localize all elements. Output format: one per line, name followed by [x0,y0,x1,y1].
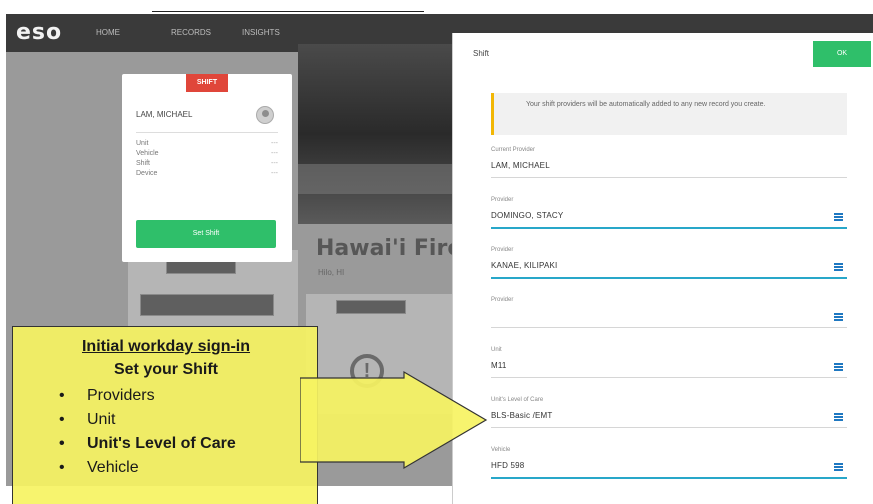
annotation-callout: Initial workday sign-in Set your Shift P… [12,326,318,504]
shift-card-divider [136,132,278,133]
list-menu-icon[interactable] [834,413,843,421]
shift-row-value: --- [271,150,278,157]
station-title: Hawai'i Fire [316,236,463,261]
shift-card: SHIFT LAM, MICHAEL Unit --- Vehicle --- … [122,74,292,262]
shift-row-label: Shift [136,160,151,167]
field-label: Provider [491,297,514,303]
shift-row-value: --- [271,160,278,167]
field-label: Vehicle [491,447,511,453]
field-underline [491,177,847,178]
field-underline [491,277,847,279]
field-unit[interactable]: Unit M11 [491,347,847,387]
field-provider-3[interactable]: Provider [491,297,847,337]
callout-item: Unit [59,408,236,432]
field-provider-2[interactable]: Provider KANAE, KILIPAKI [491,247,847,287]
field-value: HFD 598 [491,461,525,470]
avatar[interactable] [256,106,274,124]
background-button-3 [336,300,406,314]
background-button-1 [166,260,236,274]
shift-row-label: Unit [136,140,149,147]
shift-row-device: Device --- [136,170,278,177]
field-label: Unit's Level of Care [491,397,544,403]
notice-text: Your shift providers will be automatical… [526,101,766,108]
field-value: BLS-Basic /EMT [491,411,553,420]
field-value: DOMINGO, STACY [491,211,564,220]
callout-item: Vehicle [59,456,236,480]
shift-row-label: Vehicle [136,150,159,157]
nav-item-records[interactable]: RECORDS [171,28,211,37]
callout-arrow-icon [300,370,488,470]
shift-row-value: --- [271,140,278,147]
field-underline [491,427,847,428]
field-label: Unit [491,347,502,353]
field-current-provider[interactable]: Current Provider LAM, MICHAEL [491,147,847,187]
shift-row-value: --- [271,170,278,177]
field-value: M11 [491,361,507,370]
list-menu-icon[interactable] [834,313,843,321]
field-underline [491,327,847,328]
field-vehicle[interactable]: Vehicle HFD 598 [491,447,847,487]
field-underline [491,227,847,229]
station-hero-image [298,44,458,224]
field-underline [491,477,847,479]
list-menu-icon[interactable] [834,363,843,371]
set-shift-button[interactable]: Set Shift [136,220,276,248]
background-button-2 [140,294,274,316]
field-provider-1[interactable]: Provider DOMINGO, STACY [491,197,847,237]
shift-row-shift: Shift --- [136,160,278,167]
top-strip [0,0,873,14]
nav-item-home[interactable]: HOME [96,28,120,37]
nav-item-insights[interactable]: INSIGHTS [242,28,280,37]
info-notice: Your shift providers will be automatical… [491,93,847,135]
app-logo[interactable]: eso [16,20,62,45]
list-menu-icon[interactable] [834,213,843,221]
shift-row-vehicle: Vehicle --- [136,150,278,157]
modal-title: Shift [473,49,490,58]
callout-list: Providers Unit Unit's Level of Care Vehi… [59,384,236,480]
field-underline [491,377,847,378]
shift-row-label: Device [136,170,158,177]
field-label: Current Provider [491,147,536,153]
top-strip-line [152,11,424,12]
callout-item: Unit's Level of Care [59,432,236,456]
list-menu-icon[interactable] [834,263,843,271]
callout-item: Providers [59,384,236,408]
field-level-of-care[interactable]: Unit's Level of Care BLS-Basic /EMT [491,397,847,437]
station-subtitle: Hilo, HI [318,268,345,277]
field-label: Provider [491,197,514,203]
ok-button[interactable]: OK [813,41,871,67]
shift-row-unit: Unit --- [136,140,278,147]
shift-badge: SHIFT [186,74,228,92]
field-label: Provider [491,247,514,253]
field-value: LAM, MICHAEL [491,161,550,170]
shift-card-provider-name: LAM, MICHAEL [136,110,193,119]
callout-title: Initial workday sign-in [81,338,251,355]
shift-modal: Shift OK Your shift providers will be au… [452,33,873,504]
field-value: KANAE, KILIPAKI [491,261,558,270]
list-menu-icon[interactable] [834,463,843,471]
callout-subtitle: Set your Shift [113,361,218,378]
